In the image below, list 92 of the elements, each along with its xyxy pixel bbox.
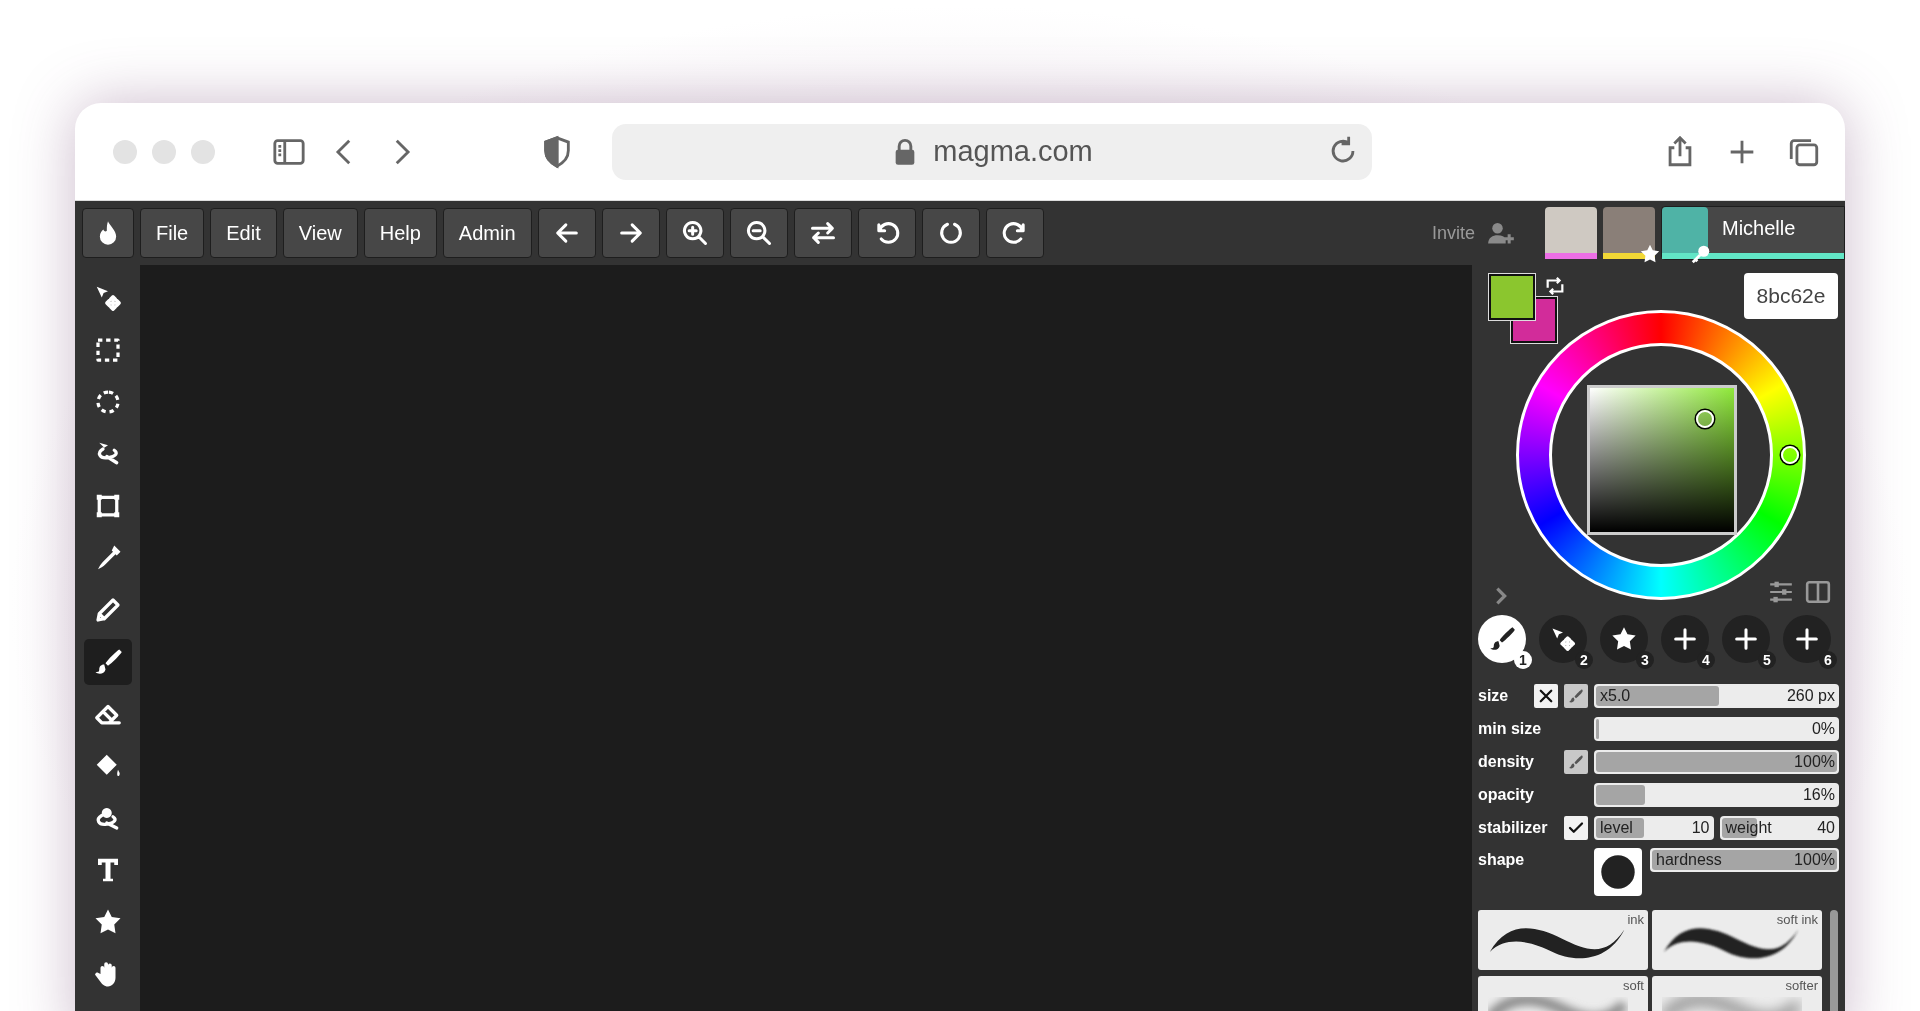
- swap-colors-icon[interactable]: [1544, 275, 1566, 297]
- brush-preset[interactable]: ink: [1478, 910, 1648, 970]
- slider[interactable]: 16%: [1594, 783, 1839, 807]
- tool-button[interactable]: [83, 639, 132, 685]
- slider[interactable]: 100%: [1594, 750, 1839, 774]
- star-icon: [1639, 243, 1661, 265]
- slider-value: 0%: [1811, 720, 1835, 738]
- avatar-placeholder: [1603, 207, 1655, 253]
- brush-shape-preview[interactable]: [1594, 848, 1642, 896]
- avatar-placeholder: [1545, 207, 1597, 253]
- slot-number: 1: [1514, 651, 1532, 669]
- brush-preset[interactable]: soft ink: [1652, 910, 1822, 970]
- toggle-button[interactable]: [1534, 684, 1558, 708]
- setting-label: stabilizer: [1478, 818, 1548, 838]
- menu-button[interactable]: Admin: [442, 208, 532, 258]
- brush-slot[interactable]: [1539, 615, 1587, 663]
- slider-label: weight: [1725, 819, 1772, 837]
- color-picker-handle[interactable]: [1696, 410, 1714, 428]
- brush-slot[interactable]: [1722, 615, 1770, 663]
- brush-slot[interactable]: [1478, 615, 1526, 663]
- add-icon: [1671, 625, 1699, 653]
- rotate-right-button[interactable]: [985, 208, 1044, 258]
- sliders-icon[interactable]: [1768, 579, 1794, 605]
- add-icon: [1793, 625, 1821, 653]
- slider-value: 100%: [1794, 851, 1835, 869]
- invite-link[interactable]: Invite: [1431, 222, 1475, 244]
- slot-number: 3: [1636, 651, 1654, 669]
- forward-button[interactable]: [601, 208, 660, 258]
- toggle-button[interactable]: [1564, 684, 1588, 708]
- zoom-in-icon: [680, 219, 709, 247]
- slider[interactable]: level 10: [1594, 816, 1714, 840]
- preset-name: soft: [1623, 978, 1644, 993]
- back-button[interactable]: [537, 208, 596, 258]
- slider-label: level: [1600, 819, 1633, 837]
- brush-icon: [1488, 625, 1516, 653]
- pressure-icon: [1567, 687, 1585, 705]
- slider-label: hardness: [1656, 851, 1722, 869]
- slot-number: 2: [1575, 651, 1593, 669]
- menu-button[interactable]: View: [282, 208, 358, 258]
- toggle-button[interactable]: [1564, 750, 1588, 774]
- setting-label: size: [1478, 686, 1509, 706]
- saturation-value-square[interactable]: [1587, 385, 1737, 535]
- foreground-color-swatch[interactable]: [1489, 274, 1535, 320]
- key-icon: [1690, 243, 1712, 265]
- menu-button[interactable]: Help: [363, 208, 437, 258]
- slider-label: x5.0: [1600, 687, 1631, 705]
- preset-name: soft ink: [1776, 912, 1818, 927]
- add-icon: [1732, 625, 1760, 653]
- url-text: magma.com: [933, 135, 1093, 168]
- hue-handle[interactable]: [1781, 446, 1799, 464]
- setting-label: min size: [1478, 719, 1542, 739]
- swap-button[interactable]: [793, 208, 852, 258]
- toggle-button[interactable]: [1564, 816, 1588, 840]
- logo-button[interactable]: [82, 208, 134, 258]
- slider-value: 260 px: [1786, 687, 1835, 705]
- scrollbar[interactable]: [1830, 910, 1838, 1011]
- slider-value: 100%: [1794, 753, 1835, 771]
- address-bar[interactable]: magma.com: [612, 123, 1372, 180]
- slot-number: 4: [1697, 651, 1715, 669]
- slider-value: 40: [1817, 819, 1835, 837]
- slider[interactable]: 0%: [1594, 717, 1839, 741]
- slider-value: 16%: [1802, 786, 1835, 804]
- rotate-left-button[interactable]: [857, 208, 916, 258]
- setting-label: opacity: [1478, 785, 1534, 805]
- slider[interactable]: x5.0 260 px: [1594, 684, 1839, 708]
- slot-number: 6: [1819, 651, 1837, 669]
- preset-name: softer: [1785, 978, 1818, 993]
- zoom-out-icon: [744, 219, 773, 247]
- brush-slot[interactable]: [1661, 615, 1709, 663]
- zoom-out-button[interactable]: [729, 208, 788, 258]
- split-view-icon[interactable]: [1805, 579, 1831, 605]
- slider-value: 10: [1691, 819, 1710, 837]
- setting-label: shape: [1478, 850, 1525, 870]
- hex-input[interactable]: 8bc62e: [1744, 273, 1838, 319]
- avatar-placeholder: [1662, 207, 1708, 253]
- brush-preset[interactable]: softer: [1652, 976, 1822, 1011]
- slot-number: 5: [1758, 651, 1776, 669]
- pressure-icon: [1567, 753, 1585, 771]
- slider[interactable]: weight 40: [1719, 816, 1839, 840]
- brush-preset[interactable]: soft: [1478, 976, 1648, 1011]
- zoom-in-button[interactable]: [665, 208, 724, 258]
- reset-button[interactable]: [921, 208, 980, 258]
- brush-slot[interactable]: [1783, 615, 1831, 663]
- menu-button[interactable]: File: [140, 208, 205, 258]
- setting-label: density: [1478, 752, 1534, 772]
- swap-icon: [808, 219, 837, 247]
- menu-button[interactable]: Edit: [210, 208, 277, 258]
- close-icon: [1537, 687, 1555, 705]
- user-name: Michelle: [1721, 216, 1796, 240]
- brush-slot[interactable]: [1600, 615, 1648, 663]
- slider[interactable]: hardness 100%: [1650, 848, 1839, 872]
- preset-name: ink: [1627, 912, 1644, 927]
